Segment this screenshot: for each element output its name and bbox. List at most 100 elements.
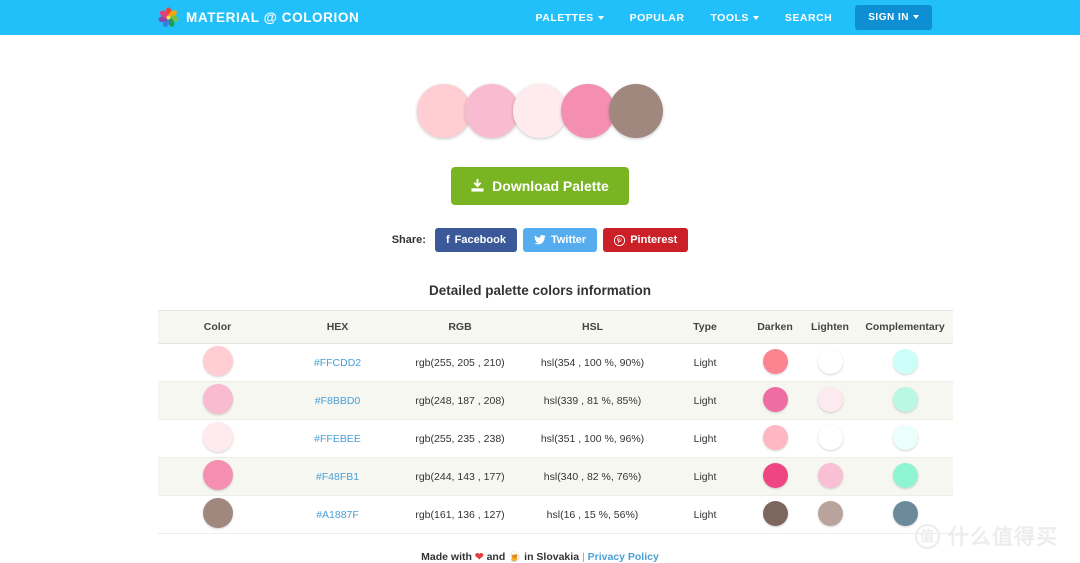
lighten-swatch[interactable] [817,500,843,526]
beer-mug-icon: 🍺 [508,551,522,563]
row-rgb-cell: rgb(255, 205 , 210) [397,343,523,382]
row-hsl-cell: hsl(351 , 100 %, 96%) [522,419,663,458]
share-twitter-label: Twitter [550,234,587,246]
nav-item-search-label: SEARCH [784,11,833,24]
darken-swatch[interactable] [762,500,788,526]
row-hex-cell: #F8BBD0 [277,381,398,420]
nav-item-tools-label: TOOLS [710,11,749,24]
brand-logo-link[interactable]: MATERIAL @ COLORION [158,7,359,28]
table-row: #A1887F rgb(161, 136 , 127) hsl(16 , 15 %,… [157,495,953,534]
complementary-swatch[interactable] [892,462,918,488]
row-color-cell [157,343,278,382]
table-row: #F48FB1 rgb(244, 143 , 177) hsl(340 , 82 %… [157,457,953,496]
chevron-down-icon [752,15,759,20]
main-navigation: PALETTES POPULAR TOOLS SEARCH SIGN IN [523,2,932,34]
lighten-swatch[interactable] [817,424,843,450]
row-hsl-cell: hsl(16 , 15 %, 56%) [522,495,663,534]
row-hsl-cell: hsl(339 , 81 %, 85%) [522,381,663,420]
row-hex-cell: #FFEBEE [277,419,398,458]
share-facebook-button[interactable]: f Facebook [434,228,517,252]
twitter-icon [534,235,546,245]
row-lighten-cell [802,495,858,534]
table-body: #FFCDD2 rgb(255, 205 , 210) hsl(354 , 100 … [157,343,953,534]
row-lighten-cell [802,381,858,420]
row-hex-cell: #FFCDD2 [277,343,398,382]
row-rgb-cell: rgb(248, 187 , 208) [397,381,523,420]
row-lighten-cell [802,457,858,496]
table-header-row: Color HEX RGB HSL Type Darken Lighten Co… [157,310,953,344]
share-facebook-label: Facebook [454,234,506,246]
hex-link[interactable]: #FFCDD2 [314,357,361,369]
palette-table-wrapper: Color HEX RGB HSL Type Darken Lighten Co… [157,310,953,534]
complementary-swatch[interactable] [892,348,918,374]
palette-circle[interactable] [465,84,519,138]
row-hsl-cell: hsl(340 , 82 %, 76%) [522,457,663,496]
table-header: Color HEX RGB HSL Type Darken Lighten Co… [157,310,953,344]
row-type-cell: Light [662,457,748,496]
nav-item-tools[interactable]: TOOLS [697,2,771,34]
nav-item-search[interactable]: SEARCH [772,2,845,34]
share-pinterest-button[interactable]: Pinterest [603,228,689,252]
pinterest-icon [614,234,626,246]
share-twitter-button[interactable]: Twitter [522,228,598,252]
complementary-swatch[interactable] [892,424,918,450]
share-label: Share: [391,234,426,246]
column-header-type: Type [662,310,748,344]
lighten-swatch[interactable] [817,462,843,488]
row-hex-cell: #F48FB1 [277,457,398,496]
download-icon [471,179,484,192]
row-complementary-cell [857,495,953,534]
color-swatch[interactable] [202,346,233,376]
lighten-swatch[interactable] [817,386,843,412]
darken-swatch[interactable] [762,348,788,374]
row-complementary-cell [857,381,953,420]
watermark-text: 什么值得买 [948,526,1058,549]
row-rgb-cell: rgb(244, 143 , 177) [397,457,523,496]
table-row: #F8BBD0 rgb(248, 187 , 208) hsl(339 , 81 %… [157,381,953,420]
privacy-policy-link[interactable]: Privacy Policy [588,551,659,563]
hex-link[interactable]: #FFEBEE [314,433,361,445]
row-darken-cell [747,495,803,534]
row-lighten-cell [802,419,858,458]
brand-title: MATERIAL @ COLORION [186,10,360,25]
nav-item-popular[interactable]: POPULAR [617,2,698,34]
complementary-swatch[interactable] [892,500,918,526]
color-swatch[interactable] [202,422,233,452]
column-header-darken: Darken [747,310,803,344]
palette-circle[interactable] [561,84,615,138]
palette-circle[interactable] [513,84,567,138]
table-row: #FFCDD2 rgb(255, 205 , 210) hsl(354 , 100 … [157,343,953,382]
hex-link[interactable]: #F48FB1 [316,471,359,483]
pinwheel-flower-icon [158,7,179,27]
lighten-swatch[interactable] [817,348,843,374]
footer-made-with: Made with [421,551,472,563]
row-complementary-cell [857,343,953,382]
darken-swatch[interactable] [762,462,788,488]
hex-link[interactable]: #A1887F [316,509,359,521]
palette-circle[interactable] [417,84,471,138]
nav-item-palettes[interactable]: PALETTES [523,2,617,34]
footer-place: in Slovakia [524,551,580,563]
row-color-cell [157,457,278,496]
color-swatch[interactable] [202,384,233,414]
complementary-swatch[interactable] [892,386,918,412]
palette-circle[interactable] [609,84,663,138]
column-header-hsl: HSL [522,310,663,344]
darken-swatch[interactable] [762,424,788,450]
download-section: Download Palette [0,167,1080,205]
row-hex-cell: #A1887F [277,495,398,534]
heart-icon: ❤ [474,551,484,563]
footer-separator: | [581,551,585,563]
row-type-cell: Light [662,419,748,458]
palette-details-table: Color HEX RGB HSL Type Darken Lighten Co… [157,310,953,534]
footer: Made with ❤ and 🍺 in Slovakia | Privacy … [0,550,1080,563]
hex-link[interactable]: #F8BBD0 [315,395,361,407]
download-palette-button[interactable]: Download Palette [451,167,629,205]
download-palette-label: Download Palette [492,178,609,194]
color-swatch[interactable] [202,498,233,528]
column-header-rgb: RGB [397,310,523,344]
color-swatch[interactable] [202,460,233,490]
chevron-down-icon [913,15,919,20]
sign-in-button[interactable]: SIGN IN [855,5,932,30]
darken-swatch[interactable] [762,386,788,412]
